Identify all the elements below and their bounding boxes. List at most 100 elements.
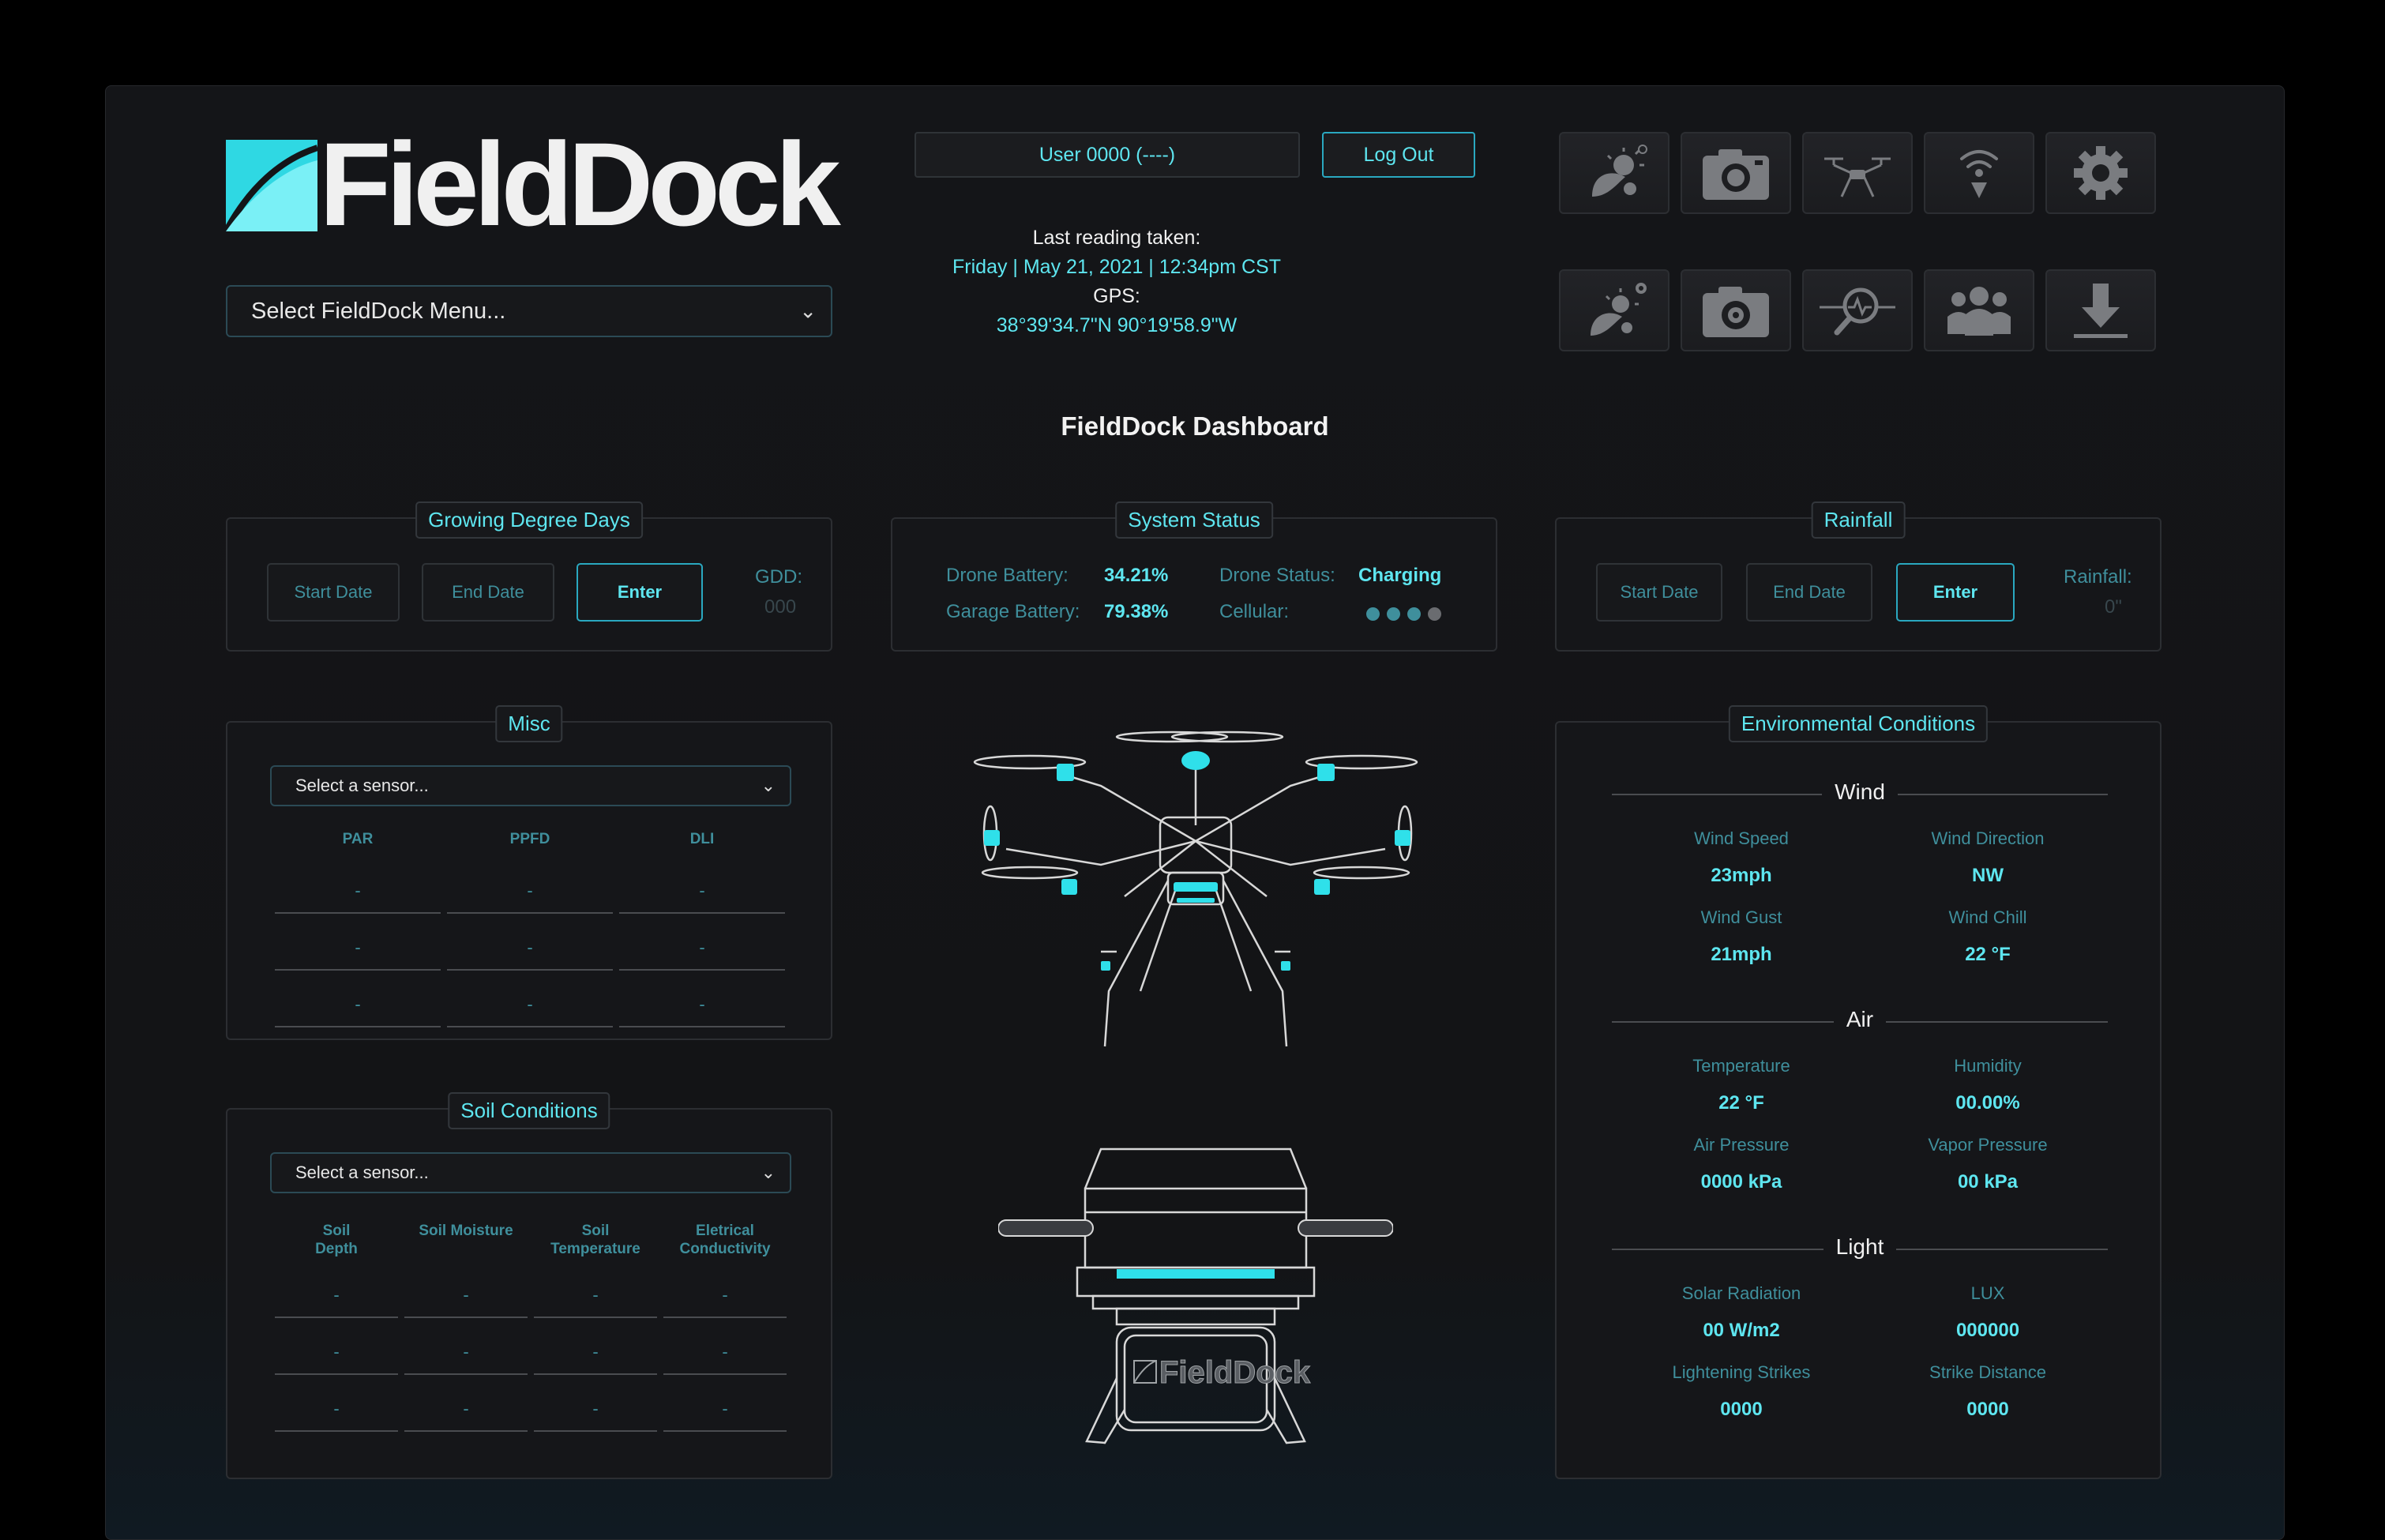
download-button[interactable] xyxy=(2045,269,2156,351)
table-cell: - xyxy=(447,930,613,971)
system-status-panel: System Status Drone Battery: 34.21% Gara… xyxy=(891,501,1497,652)
table-cell: - xyxy=(663,1334,787,1375)
rainfall-end-date[interactable]: End Date xyxy=(1746,563,1872,622)
wind-gust-value: 21mph xyxy=(1711,944,1772,965)
column-header: Eletrical Conductivity xyxy=(679,1223,771,1257)
logout-button[interactable]: Log Out xyxy=(1322,132,1475,178)
misc-title: Misc xyxy=(495,705,563,742)
users-icon xyxy=(1947,287,2011,336)
settings-button[interactable] xyxy=(2045,132,2156,214)
lux-value: 000000 xyxy=(1955,1320,2020,1341)
temperature-label: Temperature xyxy=(1692,1056,1790,1076)
drone-status-value: Charging xyxy=(1358,565,1442,586)
rainfall-panel: Rainfall Start Date End Date Enter Rainf… xyxy=(1555,501,2162,652)
rainfall-start-date[interactable]: Start Date xyxy=(1596,563,1722,622)
table-cell: - xyxy=(404,1334,528,1375)
camera-settings-icon xyxy=(1703,287,1769,337)
wind-speed-label: Wind Speed xyxy=(1694,828,1789,848)
cellular-dot xyxy=(1428,607,1441,621)
app-window: FieldDock Select FieldDock Menu... ⌄ Use… xyxy=(105,85,2285,1540)
column-header: DLI xyxy=(689,831,715,847)
camera-button[interactable] xyxy=(1681,132,1791,214)
last-reading-label: Last reading taken: xyxy=(1032,227,1201,249)
table-cell: - xyxy=(275,1334,398,1375)
column-header: Soil Temperature xyxy=(550,1223,640,1257)
table-cell: - xyxy=(619,873,785,914)
soil-select-value: Select a sensor... xyxy=(295,1163,429,1182)
gdd-label: GDD: xyxy=(755,566,802,588)
table-cell: - xyxy=(275,930,441,971)
fielddock-menu-select[interactable]: Select FieldDock Menu... ⌄ xyxy=(226,285,832,337)
drone-button[interactable] xyxy=(1802,132,1913,214)
table-cell: - xyxy=(447,873,613,914)
drone-status-label: Drone Status: xyxy=(1219,565,1335,586)
weather-settings-button[interactable] xyxy=(1559,269,1670,351)
sensor-analysis-icon xyxy=(1820,287,1895,336)
rainfall-enter-button[interactable]: Enter xyxy=(1896,563,2015,622)
gps-label: GPS: xyxy=(1093,285,1140,307)
gdd-start-date[interactable]: Start Date xyxy=(267,563,400,622)
humidity-label: Humidity xyxy=(1954,1056,2022,1076)
wireless-icon xyxy=(1960,150,1998,198)
column-header: PPFD xyxy=(509,831,550,847)
camera-icon xyxy=(1703,149,1769,200)
settings-icon xyxy=(2074,146,2128,200)
cellular-dot xyxy=(1407,607,1421,621)
gdd-end-date[interactable]: End Date xyxy=(422,563,554,622)
rainfall-title: Rainfall xyxy=(1811,501,1906,539)
table-cell: - xyxy=(275,1277,398,1318)
logo-text: FieldDock xyxy=(319,118,841,250)
wind-speed-value: 23mph xyxy=(1711,865,1772,886)
solar-radiation-label: Solar Radiation xyxy=(1681,1283,1801,1303)
dock-logo-text: FieldDock xyxy=(1159,1355,1311,1390)
logo-mark-icon xyxy=(226,140,317,231)
column-header: Soil Moisture xyxy=(419,1223,513,1239)
environment-panel: Environmental Conditions Wind Wind Speed… xyxy=(1555,705,2163,1479)
menu-select-value: Select FieldDock Menu... xyxy=(251,298,506,324)
chevron-down-icon: ⌄ xyxy=(761,1163,776,1182)
air-heading: Air xyxy=(1557,1007,2163,1032)
camera-settings-button[interactable] xyxy=(1681,269,1791,351)
solar-radiation-value: 00 W/m2 xyxy=(1703,1320,1780,1341)
system-status-title: System Status xyxy=(1115,501,1273,539)
vapor-pressure-label: Vapor Pressure xyxy=(1928,1135,2048,1155)
table-cell: - xyxy=(534,1277,657,1318)
weather-settings-icon xyxy=(1591,283,1647,336)
users-button[interactable] xyxy=(1924,269,2034,351)
gdd-title: Growing Degree Days xyxy=(415,501,643,539)
soil-sensor-select[interactable]: Select a sensor... ⌄ xyxy=(270,1152,791,1193)
sensor-analysis-button[interactable] xyxy=(1802,269,1913,351)
garage-battery-label: Garage Battery: xyxy=(946,601,1080,622)
user-indicator[interactable]: User 0000 (----) xyxy=(915,132,1300,178)
table-cell: - xyxy=(447,986,613,1027)
misc-sensor-select[interactable]: Select a sensor... ⌄ xyxy=(270,765,791,806)
air-pressure-value: 0000 kPa xyxy=(1700,1171,1782,1193)
weather-button[interactable] xyxy=(1559,132,1670,214)
table-cell: - xyxy=(663,1277,787,1318)
table-cell: - xyxy=(619,986,785,1027)
rainfall-value: 0" xyxy=(2105,596,2122,618)
lightning-strikes-value: 0000 xyxy=(1720,1399,1763,1420)
table-cell: - xyxy=(275,1391,398,1432)
soil-panel: Soil Conditions Select a sensor... ⌄ Soi… xyxy=(226,1092,832,1479)
wind-chill-label: Wind Chill xyxy=(1948,907,2027,927)
weather-icon xyxy=(1592,145,1647,197)
table-cell: - xyxy=(404,1277,528,1318)
strike-distance-value: 0000 xyxy=(1966,1399,2009,1420)
soil-title: Soil Conditions xyxy=(448,1092,610,1129)
rainfall-label: Rainfall: xyxy=(2064,566,2132,588)
column-header: PAR xyxy=(342,831,374,847)
lightning-strikes-label: Lightening Strikes xyxy=(1672,1362,1811,1382)
fielddock-logo: FieldDock xyxy=(226,118,842,250)
wireless-button[interactable] xyxy=(1924,132,2034,214)
last-reading-time: Friday | May 21, 2021 | 12:34pm CST xyxy=(952,256,1281,278)
table-cell: - xyxy=(275,873,441,914)
air-pressure-label: Air Pressure xyxy=(1693,1135,1790,1155)
temperature-value: 22 °F xyxy=(1718,1092,1764,1114)
wind-gust-label: Wind Gust xyxy=(1700,907,1782,927)
wind-direction-label: Wind Direction xyxy=(1931,828,2045,848)
lux-label: LUX xyxy=(1970,1283,2005,1303)
gdd-enter-button[interactable]: Enter xyxy=(577,563,703,622)
misc-select-value: Select a sensor... xyxy=(295,776,429,795)
gdd-value: 000 xyxy=(764,596,797,618)
